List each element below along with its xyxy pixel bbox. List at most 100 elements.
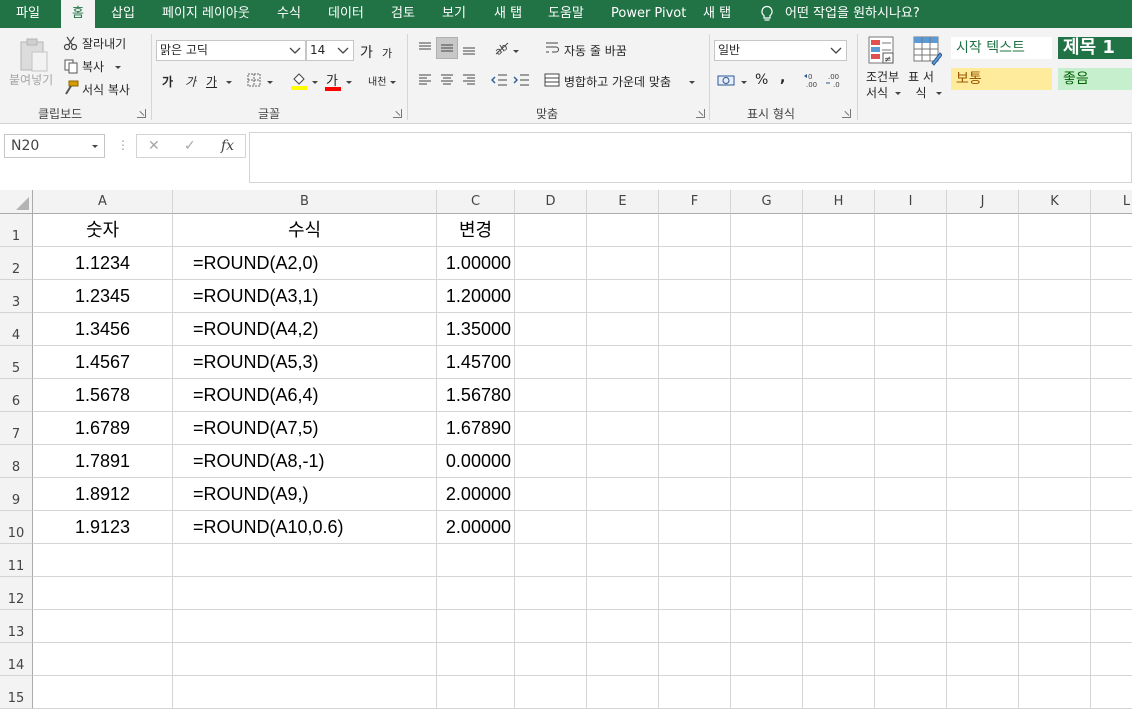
conditional-formatting-button[interactable]: 조건부 서식	[866, 69, 904, 101]
row-header-12[interactable]: 12	[0, 577, 33, 610]
format-as-table-caret[interactable]	[936, 92, 942, 95]
row-header-3[interactable]: 3	[0, 280, 33, 313]
cell-f4[interactable]	[659, 313, 731, 346]
cell-d3[interactable]	[515, 280, 587, 313]
cell-d5[interactable]	[515, 346, 587, 379]
number-format-select[interactable]: 일반	[714, 40, 847, 61]
cell-i7[interactable]	[875, 412, 947, 445]
cell-g9[interactable]	[731, 478, 803, 511]
merge-center-button[interactable]: 병합하고 가운데 맞춤	[564, 73, 671, 90]
tab-home[interactable]: 홈	[61, 0, 95, 28]
cell-j14[interactable]	[947, 643, 1019, 676]
cell-l2[interactable]	[1091, 247, 1132, 280]
row-header-8[interactable]: 8	[0, 445, 33, 478]
cell-a3[interactable]: 1.2345	[33, 280, 173, 313]
shrink-font-button[interactable]: 가	[382, 45, 392, 61]
column-header-a[interactable]: A	[33, 190, 173, 214]
cell-c9[interactable]: 2.00000	[437, 478, 515, 511]
alignment-dialog-launcher[interactable]	[696, 109, 705, 118]
row-header-5[interactable]: 5	[0, 346, 33, 379]
row-header-9[interactable]: 9	[0, 478, 33, 511]
cell-j8[interactable]	[947, 445, 1019, 478]
cell-l11[interactable]	[1091, 544, 1132, 577]
percent-style-button[interactable]: %	[755, 72, 768, 88]
cell-h1[interactable]	[803, 214, 875, 247]
cell-i14[interactable]	[875, 643, 947, 676]
cell-h11[interactable]	[803, 544, 875, 577]
cell-f15[interactable]	[659, 676, 731, 709]
cell-k7[interactable]	[1019, 412, 1091, 445]
border-icon[interactable]	[246, 72, 262, 88]
cell-e11[interactable]	[587, 544, 659, 577]
column-header-d[interactable]: D	[515, 190, 587, 214]
cell-d4[interactable]	[515, 313, 587, 346]
cell-h5[interactable]	[803, 346, 875, 379]
cell-h4[interactable]	[803, 313, 875, 346]
copy-dropdown-caret[interactable]	[115, 66, 121, 69]
cell-i10[interactable]	[875, 511, 947, 544]
cell-k9[interactable]	[1019, 478, 1091, 511]
orientation-icon[interactable]: ab	[492, 40, 512, 56]
cell-j7[interactable]	[947, 412, 1019, 445]
cell-f2[interactable]	[659, 247, 731, 280]
cell-e7[interactable]	[587, 412, 659, 445]
cell-h7[interactable]	[803, 412, 875, 445]
cell-f11[interactable]	[659, 544, 731, 577]
cell-d6[interactable]	[515, 379, 587, 412]
cell-g6[interactable]	[731, 379, 803, 412]
cell-k4[interactable]	[1019, 313, 1091, 346]
cell-e8[interactable]	[587, 445, 659, 478]
cell-b9[interactable]: =ROUND(A9,)	[173, 478, 437, 511]
orientation-dropdown-caret[interactable]	[513, 50, 519, 53]
tab-data[interactable]: 데이터	[328, 0, 364, 28]
cell-h9[interactable]	[803, 478, 875, 511]
tell-me-search[interactable]: 어떤 작업을 원하시나요?	[785, 0, 920, 28]
row-header-14[interactable]: 14	[0, 643, 33, 676]
cell-c11[interactable]	[437, 544, 515, 577]
align-middle-icon[interactable]	[439, 40, 455, 56]
cell-e3[interactable]	[587, 280, 659, 313]
row-header-13[interactable]: 13	[0, 610, 33, 643]
cell-i11[interactable]	[875, 544, 947, 577]
cell-l3[interactable]	[1091, 280, 1132, 313]
cell-g1[interactable]	[731, 214, 803, 247]
cell-i15[interactable]	[875, 676, 947, 709]
name-box-dropdown-caret[interactable]	[92, 145, 98, 148]
cell-b1[interactable]: 수식	[173, 214, 437, 247]
cell-l5[interactable]	[1091, 346, 1132, 379]
cell-j4[interactable]	[947, 313, 1019, 346]
cell-l14[interactable]	[1091, 643, 1132, 676]
cell-b6[interactable]: =ROUND(A6,4)	[173, 379, 437, 412]
cell-a14[interactable]	[33, 643, 173, 676]
cell-k12[interactable]	[1019, 577, 1091, 610]
clipboard-dialog-launcher[interactable]	[137, 109, 146, 118]
cell-j2[interactable]	[947, 247, 1019, 280]
grow-font-button[interactable]: 가	[360, 42, 373, 62]
cell-e4[interactable]	[587, 313, 659, 346]
cell-l7[interactable]	[1091, 412, 1132, 445]
cell-c7[interactable]: 1.67890	[437, 412, 515, 445]
cell-i2[interactable]	[875, 247, 947, 280]
cell-k11[interactable]	[1019, 544, 1091, 577]
cell-k13[interactable]	[1019, 610, 1091, 643]
cell-k14[interactable]	[1019, 643, 1091, 676]
cell-a8[interactable]: 1.7891	[33, 445, 173, 478]
cell-e15[interactable]	[587, 676, 659, 709]
cell-h13[interactable]	[803, 610, 875, 643]
paste-icon[interactable]	[18, 37, 50, 73]
tab-file[interactable]: 파일	[16, 0, 40, 28]
cell-i3[interactable]	[875, 280, 947, 313]
cell-d8[interactable]	[515, 445, 587, 478]
copy-button[interactable]: 복사	[82, 58, 104, 75]
row-header-1[interactable]: 1	[0, 214, 33, 247]
cell-b12[interactable]	[173, 577, 437, 610]
row-header-11[interactable]: 11	[0, 544, 33, 577]
cell-l15[interactable]	[1091, 676, 1132, 709]
cell-j13[interactable]	[947, 610, 1019, 643]
number-dialog-launcher[interactable]	[842, 109, 851, 118]
align-top-icon[interactable]	[417, 40, 433, 56]
cell-f6[interactable]	[659, 379, 731, 412]
insert-function-icon[interactable]: fx	[221, 138, 234, 154]
cell-b2[interactable]: =ROUND(A2,0)	[173, 247, 437, 280]
row-header-15[interactable]: 15	[0, 676, 33, 709]
